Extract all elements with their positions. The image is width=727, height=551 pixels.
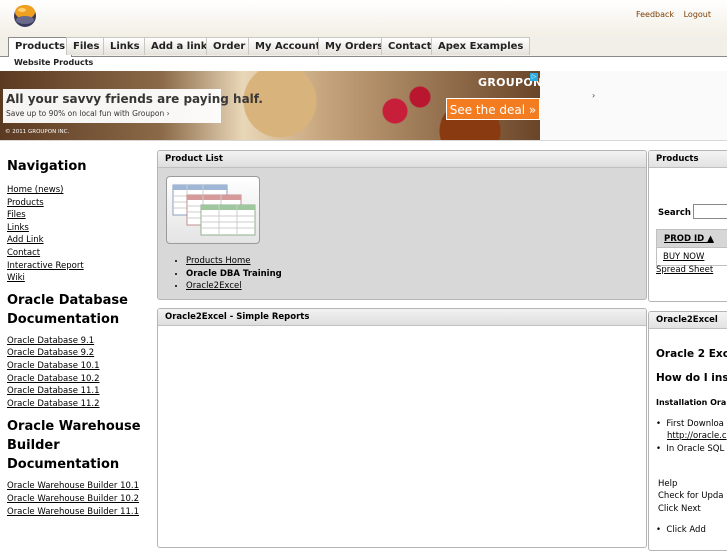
oracle2excel-side-region: Oracle2Excel Oracle 2 Exc How do I inst … <box>648 311 727 551</box>
tab-contact[interactable]: Contact <box>381 37 439 55</box>
sub-navigation: Website Products <box>0 57 727 71</box>
tab-products[interactable]: Products <box>8 37 72 57</box>
buy-now-link[interactable]: BUY NOW <box>663 252 704 262</box>
product-links-list: Products Home Oracle DBA Training Oracle… <box>174 255 282 293</box>
feedback-link[interactable]: Feedback <box>636 10 674 19</box>
oracle-url-text[interactable]: http://oracle.c <box>667 431 727 441</box>
ad-headline: All your savvy friends are paying half. <box>6 92 263 106</box>
nav-link-contact[interactable]: Contact <box>7 247 157 260</box>
check-for-updates-text: Check for Upda <box>658 491 723 501</box>
nav-link-home[interactable]: Home (news) <box>7 184 157 197</box>
sphere-logo-icon[interactable] <box>12 3 38 29</box>
db-doc-link-10-1[interactable]: Oracle Database 10.1 <box>7 360 157 373</box>
oracle2excel-side-heading: Oracle 2 Exc <box>656 348 727 360</box>
nav-link-wiki[interactable]: Wiki <box>7 272 157 285</box>
list-item: • First Downloa <box>656 419 724 429</box>
db-doc-link-11-2[interactable]: Oracle Database 11.2 <box>7 398 157 411</box>
tab-bar: Products Files Links Add a link Order My… <box>0 36 727 57</box>
owb-doc-link-10-1[interactable]: Oracle Warehouse Builder 10.1 <box>7 480 157 493</box>
product-list-title: Product List <box>158 151 646 168</box>
install-question-heading: How do I inst <box>656 372 727 384</box>
click-add-text: Click Add <box>666 525 705 535</box>
logout-link[interactable]: Logout <box>684 10 711 19</box>
product-list-region: Product List Products Home Oracle DBA Tr… <box>157 150 647 300</box>
tab-my-orders[interactable]: My Orders <box>318 37 390 55</box>
left-navigation: Navigation Home (news) Products Files Li… <box>7 150 157 518</box>
db-doc-link-9-2[interactable]: Oracle Database 9.2 <box>7 347 157 360</box>
list-item: Products Home <box>186 255 282 268</box>
spread-sheet-link[interactable]: Spread Sheet <box>656 265 713 275</box>
tab-order[interactable]: Order <box>206 37 252 55</box>
list-item: • In Oracle SQL <box>656 444 724 454</box>
top-links: Feedback Logout <box>629 10 711 19</box>
oracle2excel-simple-reports-region: Oracle2Excel - Simple Reports <box>157 308 647 548</box>
ad-subline: Save up to 90% on local fun with Groupon… <box>6 109 170 118</box>
owb-doc-link-10-2[interactable]: Oracle Warehouse Builder 10.2 <box>7 493 157 506</box>
list-item: Oracle2Excel <box>186 280 282 293</box>
table-header-row: PROD ID ▲ <box>657 230 727 248</box>
tab-links[interactable]: Links <box>103 37 147 55</box>
nav-link-products[interactable]: Products <box>7 197 157 210</box>
oracle2excel-region-title: Oracle2Excel - Simple Reports <box>158 309 646 326</box>
products-side-title: Products <box>649 151 727 168</box>
owb-doc-heading-line1: Oracle Warehouse <box>7 417 157 436</box>
ad-copyright: © 2011 GROUPON INC. <box>5 129 69 135</box>
click-next-text: Click Next <box>658 504 701 514</box>
oracle-db-doc-heading-line1: Oracle Database <box>7 291 157 310</box>
help-text: Help <box>658 479 677 489</box>
products-home-link[interactable]: Products Home <box>186 256 251 266</box>
nav-link-links[interactable]: Links <box>7 222 157 235</box>
tab-files[interactable]: Files <box>66 37 106 55</box>
first-download-text: First Downloa <box>666 419 723 429</box>
oracle-url-link[interactable]: http://oracle.c <box>667 431 727 441</box>
list-item: Oracle DBA Training <box>186 268 282 281</box>
db-doc-link-10-2[interactable]: Oracle Database 10.2 <box>7 373 157 386</box>
ad-bar: All your savvy friends are paying half. … <box>0 71 727 141</box>
list-item: • Click Add <box>656 525 706 535</box>
sql-developer-text: In Oracle SQL <box>666 444 724 454</box>
subnav-website-products[interactable]: Website Products <box>14 58 93 67</box>
buy-now-cell[interactable]: BUY NOW <box>657 248 727 266</box>
table-row: BUY NOW <box>657 248 727 266</box>
owb-doc-heading-line2: Builder Documentation <box>7 436 157 474</box>
products-table: PROD ID ▲ BUY NOW <box>656 229 727 266</box>
nav-link-files[interactable]: Files <box>7 209 157 222</box>
nav-link-add-link[interactable]: Add Link <box>7 234 157 247</box>
nav-link-interactive-report[interactable]: Interactive Report <box>7 260 157 273</box>
ad-text-card: All your savvy friends are paying half. … <box>3 89 221 123</box>
oracle2excel-side-title: Oracle2Excel <box>649 312 727 329</box>
prod-id-column-header[interactable]: PROD ID ▲ <box>657 230 727 248</box>
spreadsheet-app-icon[interactable] <box>166 176 260 244</box>
products-side-region: Products Search PROD ID ▲ BUY NOW Spread… <box>648 150 727 302</box>
oracle2excel-link[interactable]: Oracle2Excel <box>186 281 242 291</box>
ad-next-arrow-icon[interactable]: › <box>592 91 595 100</box>
tab-add-a-link[interactable]: Add a link <box>144 37 214 55</box>
tab-my-account[interactable]: My Account <box>248 37 327 55</box>
ad-info-icon[interactable]: ▷ <box>530 73 538 81</box>
db-doc-link-9-1[interactable]: Oracle Database 9.1 <box>7 335 157 348</box>
tab-apex-examples[interactable]: Apex Examples <box>431 37 530 55</box>
header: Feedback Logout <box>0 0 727 36</box>
search-label: Search <box>658 208 691 218</box>
owb-doc-link-11-1[interactable]: Oracle Warehouse Builder 11.1 <box>7 506 157 519</box>
oracle-db-doc-heading-line2: Documentation <box>7 310 157 329</box>
groupon-ad[interactable]: All your savvy friends are paying half. … <box>0 71 540 140</box>
db-doc-link-11-1[interactable]: Oracle Database 11.1 <box>7 385 157 398</box>
navigation-heading: Navigation <box>7 157 157 176</box>
search-input[interactable] <box>693 204 727 219</box>
installation-heading: Installation Ora <box>656 398 726 407</box>
see-the-deal-button[interactable]: See the deal » <box>446 98 540 120</box>
oracle-dba-training-label: Oracle DBA Training <box>186 269 282 279</box>
